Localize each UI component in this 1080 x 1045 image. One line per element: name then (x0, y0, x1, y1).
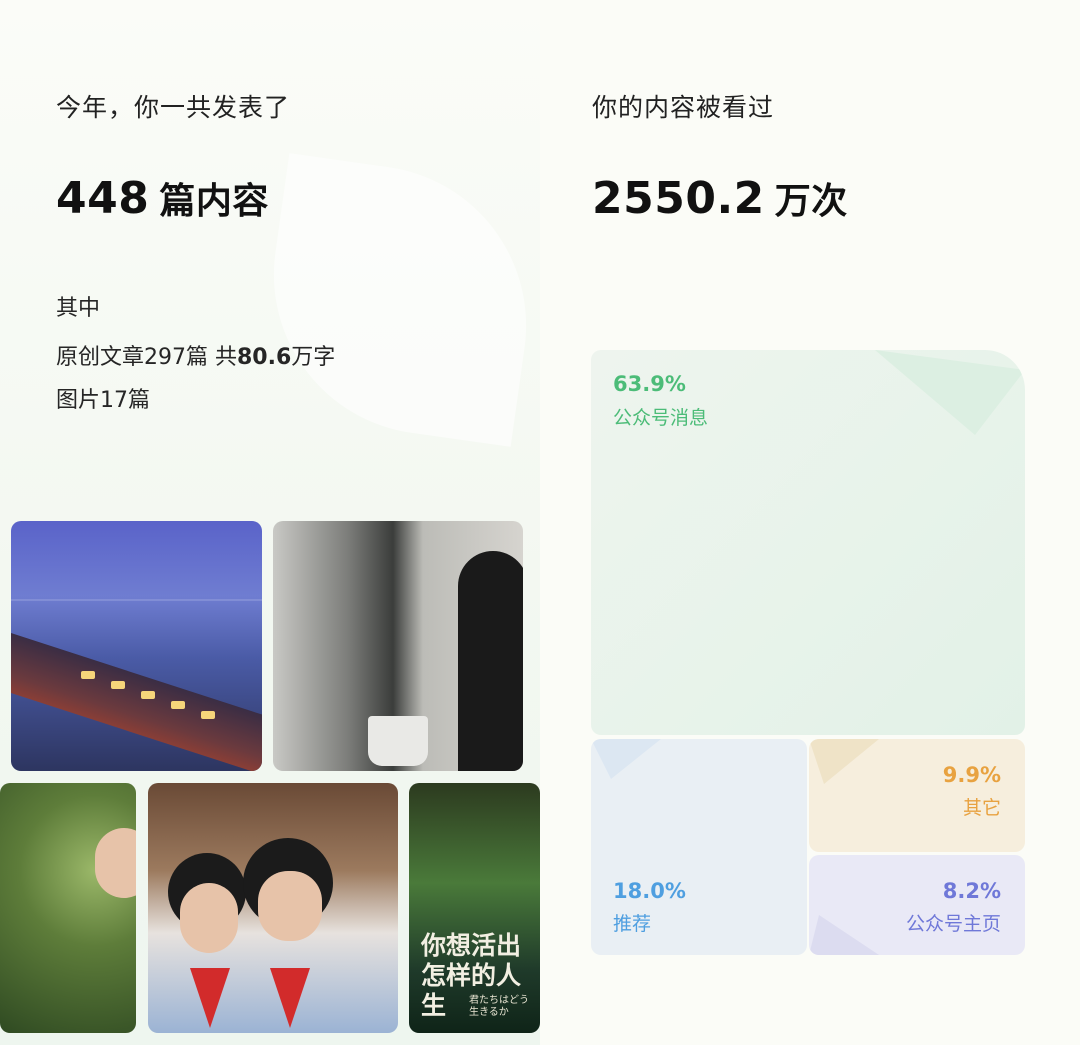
red-scarf (190, 968, 230, 1028)
horizon-line (11, 599, 262, 601)
source-percent: 18.0% (613, 879, 686, 903)
source-percent: 8.2% (942, 879, 1001, 903)
source-tile-recommend[interactable]: 18.0% 推荐 (591, 739, 807, 955)
person-silhouette (458, 551, 523, 771)
posts-intro-text: 今年，你一共发表了 (56, 93, 291, 122)
source-name: 其它 (962, 797, 1001, 819)
source-tile-account-messages[interactable]: 63.9% 公众号消息 (591, 350, 1025, 735)
views-total-unit: 万次 (774, 181, 848, 222)
page-fold-icon (809, 915, 879, 955)
photo-cafe-portrait[interactable] (273, 521, 523, 771)
source-tile-account-homepage[interactable]: 8.2% 公众号主页 (809, 855, 1025, 955)
child-face (258, 871, 322, 941)
train-window (141, 691, 155, 699)
views-intro-text: 你的内容被看过 (592, 93, 775, 122)
source-percent: 63.9% (613, 372, 686, 396)
train-window (81, 671, 95, 679)
posts-total-unit: 篇内容 (159, 181, 269, 222)
page-fold-icon (809, 739, 879, 784)
photo-schoolchildren[interactable] (148, 783, 398, 1033)
breakdown-label: 其中 (56, 296, 101, 321)
train-window (111, 681, 125, 689)
images-line: 图片17篇 (56, 388, 150, 413)
original-words-unit: 万字 (291, 345, 336, 370)
train-shape (11, 633, 262, 771)
source-name: 公众号消息 (613, 407, 709, 429)
train-window (201, 711, 215, 719)
posts-total-number: 448 (56, 173, 150, 224)
leaf-decoration (253, 153, 540, 447)
original-words-number: 80.6 (237, 345, 292, 370)
page-fold-icon (875, 350, 1025, 435)
photo-child-in-garden[interactable] (0, 783, 136, 1033)
posts-summary-panel: 今年，你一共发表了 448 篇内容 其中 原创文章297篇 共80.6万字 图片1… (0, 0, 540, 1045)
views-total: 2550.2 万次 (592, 172, 848, 224)
source-name: 推荐 (613, 913, 652, 935)
posts-total: 448 篇内容 (56, 172, 269, 224)
coffee-cup (368, 716, 428, 766)
page-fold-icon (591, 739, 661, 779)
red-scarf (270, 968, 310, 1028)
train-window (171, 701, 185, 709)
views-total-number: 2550.2 (592, 173, 765, 224)
original-articles-line: 原创文章297篇 共80.6万字 (56, 339, 335, 371)
poster-subtitle: 君たちはどう生きるか (469, 995, 529, 1018)
original-articles-prefix: 原创文章297篇 共 (56, 345, 237, 370)
views-summary-panel: 你的内容被看过 2550.2 万次 63.9% 公众号消息 18.0% 推荐 9.… (540, 0, 1080, 1045)
photo-train-by-sea[interactable] (11, 521, 262, 771)
child-face (95, 828, 136, 898)
child-face (180, 883, 238, 953)
photo-movie-poster[interactable]: 你想活出怎样的人生 君たちはどう生きるか (409, 783, 540, 1033)
source-tile-other[interactable]: 9.9% 其它 (809, 739, 1025, 852)
source-percent: 9.9% (942, 763, 1001, 787)
source-name: 公众号主页 (905, 913, 1001, 935)
